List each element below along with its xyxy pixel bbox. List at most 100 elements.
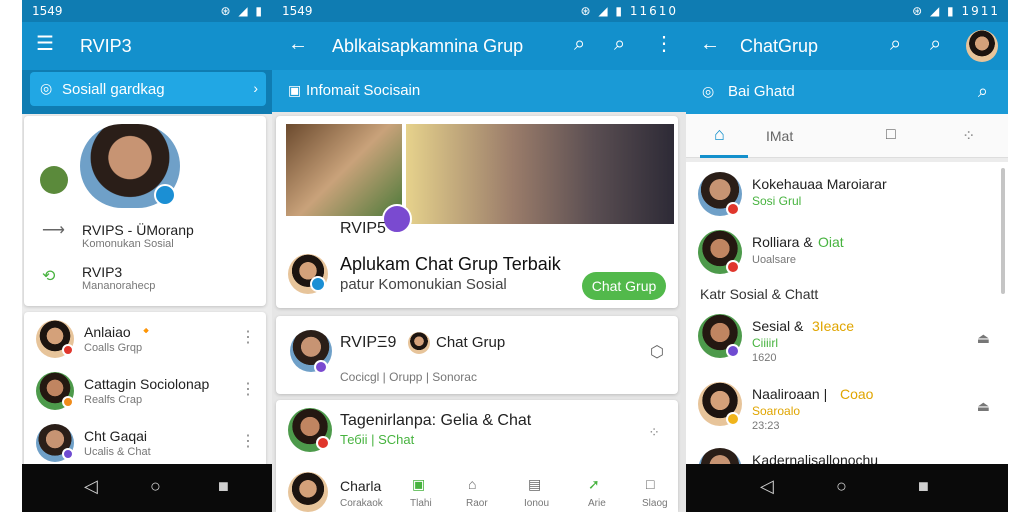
recents-icon[interactable]: ■ [918, 476, 929, 497]
group-photo-left [286, 124, 402, 216]
tab-home[interactable]: ⌂ [700, 114, 748, 158]
status-badge [726, 260, 740, 274]
chat-name: Anlaiao [84, 324, 131, 340]
status-icons: ⊛ ◢ ▮ 1911 [912, 4, 1000, 18]
search-icon[interactable]: ⌕ [978, 81, 988, 102]
sync-icon[interactable]: ⟲ [42, 266, 55, 286]
shield-icon[interactable]: ⬡ [650, 342, 664, 362]
app-title: ChatGrup [740, 36, 819, 56]
group-photo-right [406, 124, 674, 224]
menu-icon[interactable]: ☰ [36, 34, 54, 54]
search-icon[interactable]: ⌕ [574, 34, 585, 54]
tab-label: Ionou [524, 498, 550, 509]
more-vert-icon[interactable]: ⋮ [240, 382, 256, 398]
chat-emoji: 🔸 [138, 323, 155, 338]
bottom-subtitle: Corakaok [340, 498, 383, 509]
status-bar: 1549 ⊛ ◢ ▮ 11610 [272, 0, 686, 22]
more-vert-icon[interactable]: ⋮ [654, 34, 674, 54]
list-item[interactable]: RVIPΞ9 Chat Grup Cocicgl | Orupp | Sonor… [276, 316, 678, 394]
status-icons: ⊛ ◢ ▮ 11610 [580, 4, 678, 18]
search-icon[interactable]: ⌕ [614, 34, 625, 54]
section-header: Katr Sosial & Chatt [700, 286, 819, 302]
status-bar: ⊛ ◢ ▮ 1911 [686, 0, 1008, 22]
search-strip: ◎ Sosiall gardkag › [22, 70, 272, 114]
avatar [288, 472, 328, 512]
chat-subtitle: Realfs Crap [84, 394, 143, 406]
camera-icon[interactable]: ⏏ [977, 330, 990, 347]
tab-label: Slaog [642, 498, 668, 509]
chat-name: Sesial & [752, 318, 804, 334]
row-meta: Cocicgl | Orupp | Sonorac [340, 370, 477, 384]
system-nav-bar: ◁ ○ ■ [686, 464, 1008, 512]
grid-dots-icon[interactable]: ⁘ [962, 126, 975, 146]
back-arrow-icon[interactable]: ← [288, 34, 308, 54]
chat-bubble-icon: ◎ [40, 80, 53, 96]
status-badge [726, 344, 740, 358]
phone-screen-left: 1549 ⊛ ◢ ▮ ☰ RVIP3 ◎ Sosiall gardkag › ⟶… [22, 0, 272, 512]
more-vert-icon[interactable]: ⋮ [240, 434, 256, 450]
bottom-name: Charla [340, 478, 382, 494]
chat-subtitle: Sosi Grul [752, 194, 802, 208]
app-title: Ablkaisapkamnina Grup [332, 36, 524, 56]
profile-avatar[interactable] [966, 30, 998, 62]
chat-name-highlight: Oiat [818, 234, 844, 250]
scrollbar[interactable] [1001, 168, 1005, 294]
chat-name: Naaliroaan | [752, 386, 828, 402]
search-icon[interactable]: ⌕ [890, 34, 901, 54]
image-icon: ▤ [528, 476, 542, 492]
chat-icon: ▣ [412, 476, 426, 492]
search-bar[interactable]: ◎ Bai Ghatd ⌕ [686, 70, 1008, 114]
back-icon[interactable]: ◁ [760, 476, 774, 497]
status-time: 1549 [32, 4, 63, 18]
group-subtitle: patur Komonukian Sosial [340, 276, 507, 293]
home-icon[interactable]: ○ [836, 476, 847, 497]
info-bar: ▣ Infomait Socisain [272, 70, 686, 112]
grid-dots-icon[interactable]: ⁘ [648, 424, 660, 441]
chat-name: Cattagin Sociolonap [84, 376, 210, 392]
home-icon[interactable]: ○ [150, 476, 161, 497]
share-arrow-icon[interactable]: ⟶ [42, 220, 65, 240]
camera-icon[interactable]: ⏏ [977, 398, 990, 415]
home-icon: ⌂ [714, 124, 725, 144]
app-bar: ← ChatGrup ⌕ ⌕ [686, 22, 1008, 70]
chat-subtitle: Ciiiirl [752, 336, 778, 350]
app-bar: ← Ablkaisapkamnina Grup ⌕ ⌕ ⋮ [272, 22, 686, 70]
status-badge [726, 202, 740, 216]
avatar [408, 332, 430, 354]
chat-name: Kokehauaa Maroiarar [752, 176, 887, 192]
chat-name-highlight: Coao [840, 386, 874, 402]
chat-name-highlight: 3Iеасе [812, 318, 855, 334]
row-chip: Chat Grup [436, 334, 506, 351]
tab-label: Arie [588, 498, 606, 509]
status-dot-icon [40, 166, 68, 194]
app-bar: ☰ RVIP3 [22, 22, 272, 70]
tab-square-icon[interactable]: □ [886, 126, 896, 144]
chat-list: Anlaiao 🔸 Coalls Grqp ⋮ Cattagin Sociolo… [24, 312, 266, 472]
chat-subtitle: Soaroalo [752, 404, 801, 418]
chat-time: 1620 [752, 352, 777, 364]
back-arrow-icon[interactable]: ← [700, 34, 720, 54]
profile-item-title: RVIP3 [82, 264, 123, 280]
status-badge [314, 360, 328, 374]
profile-item-title: RVIPS - ÜMoranp [82, 222, 194, 238]
chat-bubble-icon: ◎ [702, 83, 715, 99]
chat-time: 23:23 [752, 420, 780, 432]
more-vert-icon[interactable]: ⋮ [240, 330, 256, 346]
info-icon: ▣ [288, 82, 302, 98]
tab-mat[interactable]: IMat [766, 128, 793, 144]
chat-subtitle: Uoalsare [752, 254, 797, 266]
back-icon[interactable]: ◁ [84, 476, 98, 497]
bottom-tab-bar: Charla Corakaok ▣ Tlahi ⌂ Raor ▤ Ionou ➚… [276, 468, 678, 512]
recents-icon[interactable]: ■ [218, 476, 229, 497]
chat-name: Rolliara & [752, 234, 813, 250]
search-label: Bai Ghatd [728, 83, 795, 100]
status-badge [62, 448, 74, 460]
search-chip[interactable]: ◎ Sosiall gardkag › [30, 72, 266, 106]
group-title: Aplukam Chat Grup Terbaik [340, 254, 561, 274]
row-title: Tagenirlanpa: Gelia & Chat [340, 412, 532, 429]
search-icon[interactable]: ⌕ [930, 34, 941, 54]
search-chip-label: Sosiall gardkag [62, 81, 165, 98]
status-bar: 1549 ⊛ ◢ ▮ [22, 0, 272, 22]
chat-grup-button[interactable]: Chat Grup [582, 272, 666, 300]
chat-subtitle: Ucalis & Chat [84, 446, 151, 458]
